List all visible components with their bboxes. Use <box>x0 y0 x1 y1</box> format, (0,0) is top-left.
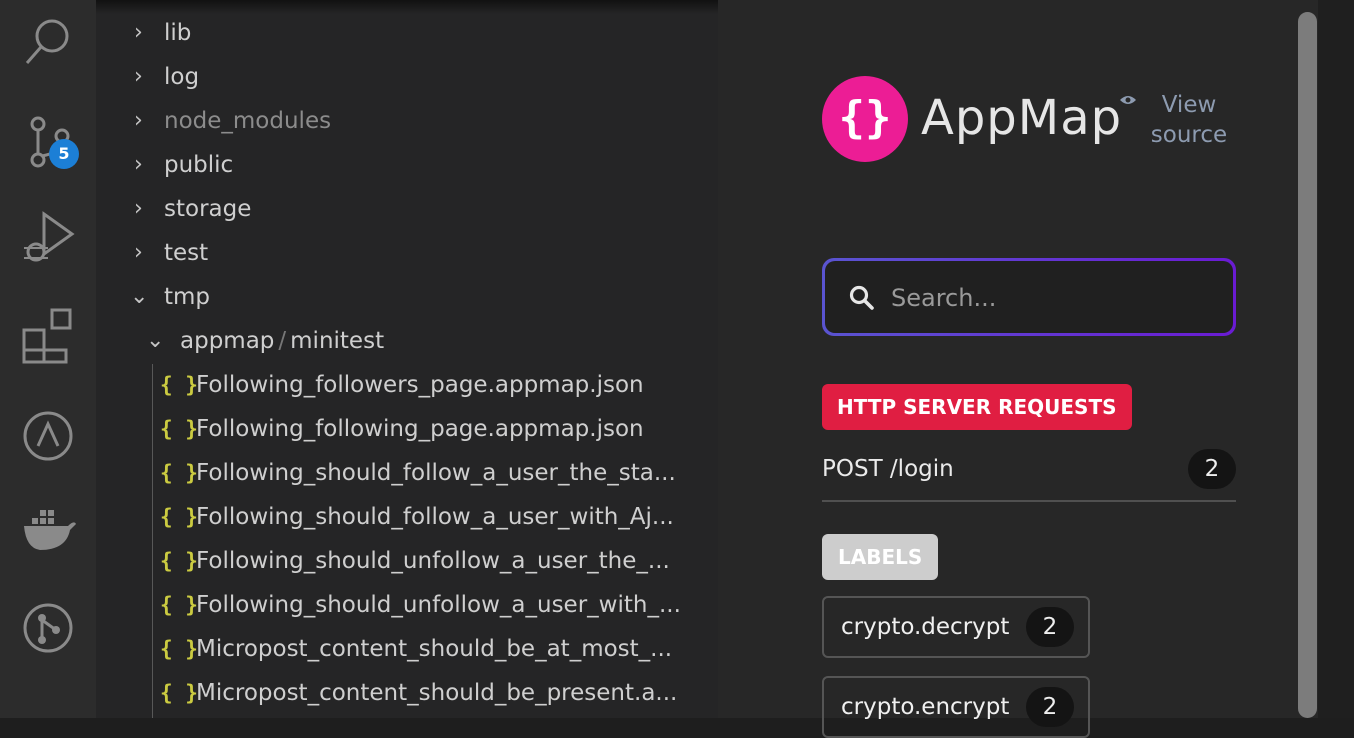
search-icon <box>849 285 874 310</box>
panel-scrollbar[interactable] <box>1298 12 1317 718</box>
search-input[interactable] <box>889 275 1213 321</box>
folder-label: tmp <box>164 284 211 310</box>
activity-bar: 5 <box>0 0 96 718</box>
view-source-line2: source <box>1150 122 1228 148</box>
tree-file[interactable]: { } Following_followers_page.appmap.json <box>96 363 718 407</box>
tree-folder-test[interactable]: › test <box>96 231 718 275</box>
folder-label: storage <box>164 196 252 222</box>
docker-icon[interactable] <box>0 488 96 558</box>
folder-part-appmap: appmap <box>180 328 275 354</box>
label-count-badge: 2 <box>1026 607 1074 647</box>
appmap-logo-icon: {} <box>822 76 908 162</box>
json-file-icon: { } <box>160 373 198 397</box>
file-label: Micropost_content_should_be_at_most_... <box>196 636 673 662</box>
extensions-icon[interactable] <box>0 296 96 366</box>
json-file-icon: { } <box>160 637 198 661</box>
json-file-icon: { } <box>160 681 198 705</box>
search-box <box>822 258 1236 336</box>
json-file-icon: { } <box>160 417 198 441</box>
folder-label: node_modules <box>164 108 332 134</box>
compact-folder-separator: / <box>278 328 287 354</box>
search-icon[interactable] <box>0 4 96 74</box>
appmap-logo-text: AppMap <box>921 90 1123 146</box>
file-label: Following_followers_page.appmap.json <box>196 372 644 398</box>
view-source-link[interactable]: View source <box>1146 90 1232 150</box>
file-label: Following_should_unfollow_a_user_with_..… <box>196 592 681 618</box>
label-count-badge: 2 <box>1026 687 1074 727</box>
file-label: Following_following_page.appmap.json <box>196 416 644 442</box>
chevron-right-icon: › <box>134 152 143 177</box>
chevron-right-icon: › <box>134 240 143 265</box>
json-file-icon: { } <box>160 461 198 485</box>
label-chip-text: crypto.decrypt <box>841 614 1010 640</box>
tree-folder-node-modules[interactable]: › node_modules <box>96 99 718 143</box>
folder-label: appmap / minitest <box>180 319 384 363</box>
request-row[interactable]: POST /login 2 <box>822 446 1236 502</box>
tree-folder-public[interactable]: › public <box>96 143 718 187</box>
chevron-right-icon: › <box>134 196 143 221</box>
tree-folder-log[interactable]: › log <box>96 55 718 99</box>
folder-label: log <box>164 64 200 90</box>
source-control-badge: 5 <box>49 139 79 169</box>
file-label: Following_should_follow_a_user_the_sta..… <box>196 460 676 486</box>
folder-part-minitest: minitest <box>290 328 385 354</box>
json-file-icon: { } <box>160 505 198 529</box>
tree-file[interactable]: { } Following_should_unfollow_a_user_the… <box>96 539 718 583</box>
view-source-line1: View <box>1161 92 1217 118</box>
json-file-icon: { } <box>160 549 198 573</box>
chevron-down-icon: ⌄ <box>146 328 165 353</box>
label-chip[interactable]: crypto.decrypt 2 <box>822 596 1090 658</box>
http-server-requests-heading: HTTP SERVER REQUESTS <box>822 384 1132 430</box>
request-count-badge: 2 <box>1188 449 1236 489</box>
appmap-icon[interactable] <box>0 392 96 462</box>
chevron-right-icon: › <box>134 108 143 133</box>
search-box-inner <box>825 261 1233 333</box>
chevron-right-icon: › <box>134 64 143 89</box>
eye-icon <box>1120 96 1136 104</box>
json-file-icon: { } <box>160 593 198 617</box>
tree-file[interactable]: { } Micropost_content_should_be_at_most_… <box>96 627 718 671</box>
tree-folder-tmp[interactable]: ⌄ tmp <box>96 275 718 319</box>
tree-folder-storage[interactable]: › storage <box>96 187 718 231</box>
folder-label: lib <box>164 20 192 46</box>
tree-folder-appmap-minitest[interactable]: ⌄ appmap / minitest <box>96 319 718 363</box>
tree-file[interactable]: { } Following_should_follow_a_user_with_… <box>96 495 718 539</box>
chevron-right-icon: › <box>134 20 143 45</box>
tree-file[interactable]: { } Following_should_unfollow_a_user_wit… <box>96 583 718 627</box>
request-label: POST /login <box>822 456 954 482</box>
tree-folder-lib[interactable]: › lib <box>96 11 718 55</box>
folder-label: test <box>164 240 209 266</box>
labels-heading: LABELS <box>822 534 939 580</box>
source-control-icon[interactable] <box>0 104 96 174</box>
tree-file[interactable]: { } Following_should_follow_a_user_the_s… <box>96 451 718 495</box>
chevron-down-icon: ⌄ <box>130 284 149 309</box>
file-label: Micropost_content_should_be_present.a... <box>196 680 678 706</box>
tree-file[interactable]: { } Micropost_content_should_be_present.… <box>96 671 718 715</box>
run-debug-icon[interactable] <box>0 200 96 270</box>
file-label: Following_should_unfollow_a_user_the_... <box>196 548 670 574</box>
editor-right-edge <box>1318 0 1354 718</box>
label-chip[interactable]: crypto.encrypt 2 <box>822 676 1090 738</box>
git-graph-icon[interactable] <box>0 584 96 654</box>
file-label: Following_should_follow_a_user_with_Aj..… <box>196 504 674 530</box>
tree-file[interactable]: { } Following_following_page.appmap.json <box>96 407 718 451</box>
folder-label: public <box>164 152 234 178</box>
explorer-panel: › lib › log › node_modules › public › st… <box>96 0 718 718</box>
